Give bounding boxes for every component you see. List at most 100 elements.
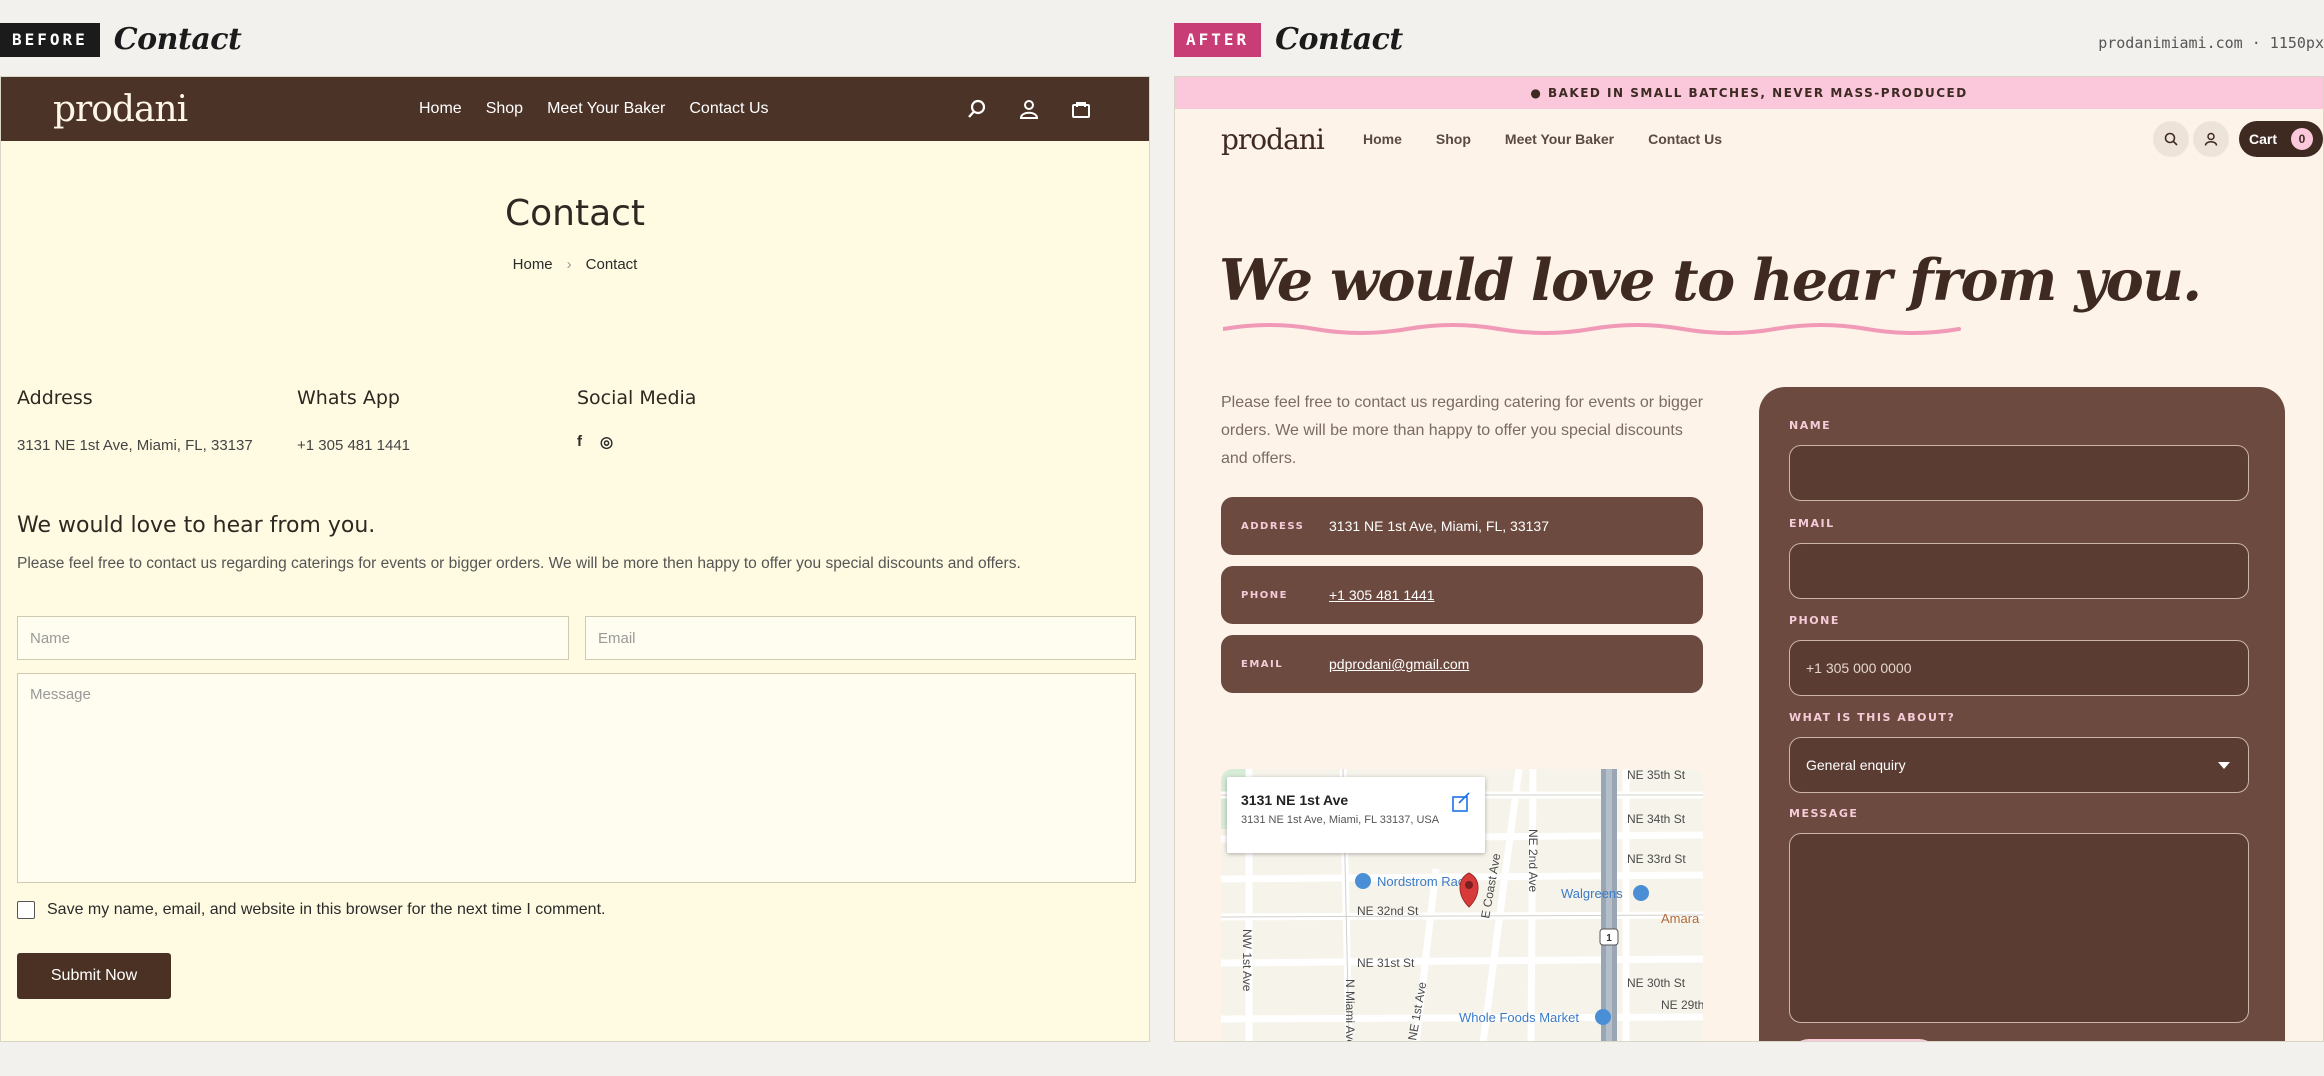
intro-paragraph: Please feel free to contact us regarding…	[1221, 394, 1704, 467]
map-card-title: 3131 NE 1st Ave	[1241, 792, 1348, 808]
poi-label-whole-foods: Whole Foods Market	[1459, 1010, 1579, 1025]
send-button[interactable]	[1789, 1039, 1939, 1041]
page-title: Contact	[504, 193, 646, 234]
chevron-down-icon	[2218, 762, 2230, 769]
phone-link[interactable]: +1 305 481 1441	[1329, 587, 1435, 603]
nav-contact-us[interactable]: Contact Us	[689, 100, 768, 118]
whatsapp-value: +1 305 481 1441	[297, 437, 411, 454]
phone-card: PHONE +1 305 481 1441	[1221, 566, 1703, 624]
user-icon[interactable]	[1019, 99, 1039, 119]
topic-label: WHAT IS THIS ABOUT?	[1789, 711, 1956, 724]
map-label-ne-31st: NE 31st St	[1357, 956, 1415, 970]
before-panel: prodani Home Shop Meet Your Baker Contac…	[0, 76, 1150, 1042]
contact-info: Address 3131 NE 1st Ave, Miami, FL, 3313…	[17, 387, 857, 454]
breadcrumb: Home › Contact	[1, 256, 1149, 273]
breadcrumb-home[interactable]: Home	[513, 256, 553, 273]
name-field[interactable]	[1789, 445, 2249, 501]
facebook-icon[interactable]: f	[577, 433, 582, 451]
before-nav-links: Home Shop Meet Your Baker Contact Us	[419, 77, 769, 141]
after-nav-links: Home Shop Meet Your Baker Contact Us	[1363, 131, 1722, 147]
hero-headline: We would love to hear from you.	[1219, 247, 2202, 314]
save-info-label: Save my name, email, and website in this…	[47, 901, 606, 918]
save-info-checkbox[interactable]	[17, 901, 35, 919]
email-key: EMAIL	[1241, 658, 1284, 670]
nav-meet-your-baker[interactable]: Meet Your Baker	[547, 100, 665, 118]
cart-label: Cart	[2248, 131, 2277, 147]
location-map[interactable]: 1 NE 35th St NE 34th St NE 33rd St NE 32…	[1221, 769, 1703, 1042]
before-header: BEFORE Contact	[0, 22, 242, 57]
address-heading: Address	[17, 387, 93, 409]
instagram-icon[interactable]: ◎	[600, 433, 613, 451]
map-label-nw-1st-ave: NW 1st Ave	[1240, 929, 1254, 992]
map-label-ne-2nd-ave: NE 2nd Ave	[1526, 829, 1540, 892]
email-label: EMAIL	[1789, 517, 1835, 530]
poi-label-walgreens: Walgreens	[1561, 886, 1623, 901]
headline-underline-wave	[1223, 323, 1961, 335]
nav-home[interactable]: Home	[1363, 131, 1402, 147]
poi-walgreens: Walgreens	[1561, 885, 1649, 901]
message-field[interactable]	[1789, 833, 2249, 1023]
after-tag: AFTER	[1174, 22, 1262, 57]
form-heading: We would love to hear from you.	[17, 513, 376, 538]
name-label: NAME	[1789, 419, 1832, 432]
search-icon[interactable]	[967, 99, 987, 119]
before-tag: BEFORE	[0, 22, 100, 57]
map-label-n-miami-ave: N Miami Ave	[1343, 979, 1357, 1042]
social-links: f ◎	[577, 433, 857, 451]
email-input[interactable]: Email	[585, 616, 1136, 660]
map-label-ne-33rd: NE 33rd St	[1627, 852, 1686, 866]
breadcrumb-current: Contact	[585, 256, 638, 273]
after-panel: ● BAKED IN SMALL BATCHES, NEVER MASS-PRO…	[1174, 76, 2324, 1042]
nav-home[interactable]: Home	[419, 100, 462, 118]
contact-form: NAME EMAIL PHONE +1 305 000 0000 WHAT IS…	[1759, 387, 2285, 1041]
message-label: MESSAGE	[1789, 807, 1859, 820]
announcement-banner: ● BAKED IN SMALL BATCHES, NEVER MASS-PRO…	[1175, 77, 2323, 109]
user-icon[interactable]	[2193, 121, 2229, 157]
social-block: Social Media f ◎	[577, 387, 857, 454]
email-card: EMAIL pdprodani@gmail.com	[1221, 635, 1703, 693]
after-logo[interactable]: prodani	[1221, 123, 1325, 156]
phone-field[interactable]: +1 305 000 0000	[1789, 640, 2249, 696]
message-input[interactable]: Message	[17, 673, 1136, 883]
route-shield-label: 1	[1606, 933, 1612, 944]
nav-shop[interactable]: Shop	[486, 100, 523, 118]
cart-button[interactable]: Cart 0	[2239, 121, 2323, 157]
after-header: AFTER Contact	[1174, 22, 1403, 57]
address-value: 3131 NE 1st Ave, Miami, FL, 33137	[1329, 518, 1549, 534]
address-key: ADDRESS	[1241, 520, 1305, 532]
before-page-title: Contact	[113, 22, 242, 57]
name-input[interactable]: Name	[17, 616, 569, 660]
after-navbar: prodani Home Shop Meet Your Baker Contac…	[1175, 109, 2323, 173]
email-link[interactable]: pdprodani@gmail.com	[1329, 656, 1469, 672]
before-nav-icons	[967, 99, 1091, 119]
nav-shop[interactable]: Shop	[1436, 131, 1471, 147]
topic-selected-value: General enquiry	[1806, 757, 1906, 773]
form-lead: Please feel free to contact us regarding…	[17, 555, 1021, 572]
before-navbar: prodani Home Shop Meet Your Baker Contac…	[1, 77, 1149, 141]
address-value: 3131 NE 1st Ave, Miami, FL, 33137	[17, 437, 253, 454]
after-page-title: Contact	[1275, 22, 1403, 57]
before-logo[interactable]: prodani	[53, 89, 188, 130]
email-field[interactable]	[1789, 543, 2249, 599]
map-label-ne-30th: NE 30th St	[1627, 976, 1686, 990]
submit-button[interactable]: Submit Now	[17, 953, 171, 999]
nav-contact-us[interactable]: Contact Us	[1648, 131, 1722, 147]
map-label-ne-34th: NE 34th St	[1627, 812, 1686, 826]
cart-count-badge: 0	[2291, 128, 2313, 150]
poi-label-nordstrom-rack: Nordstrom Rack	[1377, 874, 1471, 889]
bag-icon[interactable]	[1071, 99, 1091, 119]
map-card-address: 3131 NE 1st Ave, Miami, FL 33137, USA	[1241, 814, 1440, 826]
address-block: Address 3131 NE 1st Ave, Miami, FL, 3313…	[17, 387, 297, 454]
whatsapp-heading: Whats App	[297, 387, 400, 409]
nav-meet-your-baker[interactable]: Meet Your Baker	[1505, 131, 1614, 147]
address-card: ADDRESS 3131 NE 1st Ave, Miami, FL, 3313…	[1221, 497, 1703, 555]
search-icon[interactable]	[2153, 121, 2189, 157]
phone-label: PHONE	[1789, 614, 1840, 627]
topic-select[interactable]: General enquiry	[1789, 737, 2249, 793]
map-label-ne-32nd: NE 32nd St	[1357, 904, 1419, 918]
map-label-ne-35th: NE 35th St	[1627, 769, 1686, 782]
save-info-row: Save my name, email, and website in this…	[17, 901, 605, 919]
poi-label-amara: Amara	[1661, 911, 1700, 926]
social-heading: Social Media	[577, 387, 697, 409]
whatsapp-block: Whats App +1 305 481 1441	[297, 387, 577, 454]
